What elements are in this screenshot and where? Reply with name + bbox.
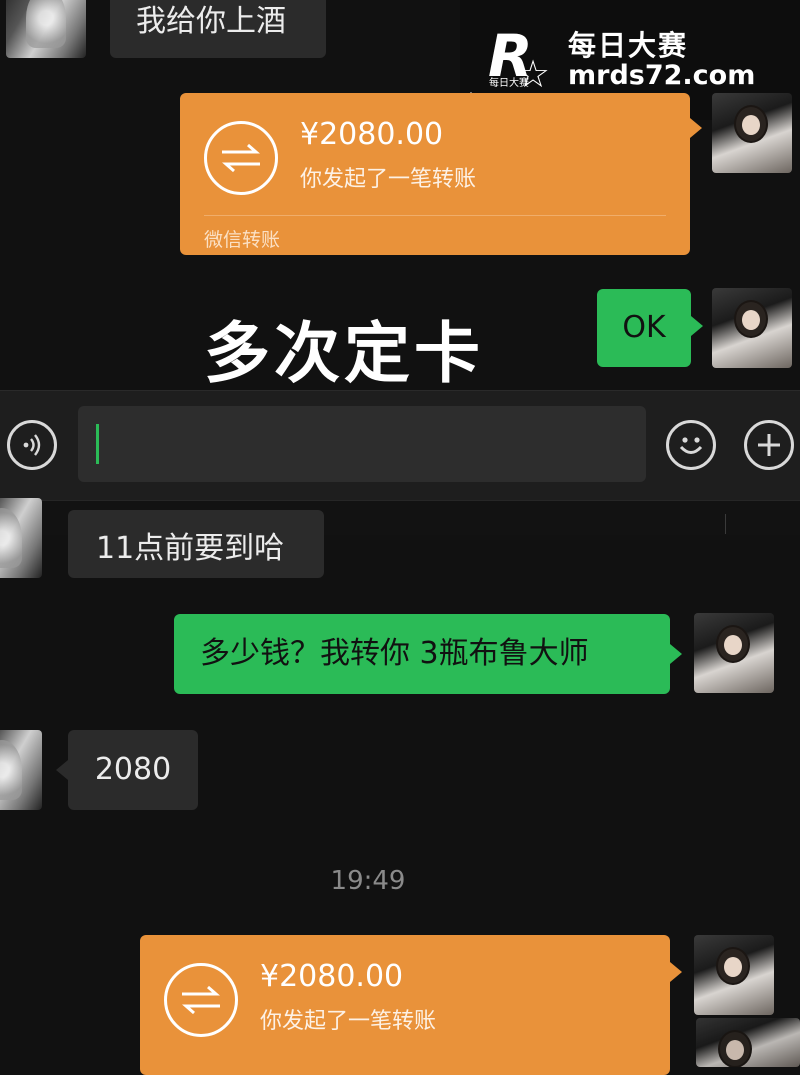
transfer-card[interactable]: ¥2080.00 你发起了一笔转账 微信转账: [180, 93, 690, 255]
watermark-url: mrds72.com: [568, 60, 756, 91]
overlay-caption: 多次定卡: [204, 315, 484, 392]
star-icon: ☆: [516, 52, 551, 96]
my-avatar[interactable]: [712, 288, 792, 368]
contact-avatar[interactable]: [0, 730, 42, 810]
message-text: OK: [622, 310, 666, 345]
voice-icon[interactable]: [7, 420, 57, 470]
message-bubble-outgoing[interactable]: OK: [597, 289, 691, 367]
bubble-tail: [670, 962, 682, 982]
transfer-icon: [164, 963, 238, 1037]
transfer-card[interactable]: ¥2080.00 你发起了一笔转账: [140, 935, 670, 1075]
text-cursor: [96, 424, 99, 464]
message-text: 我给你上酒: [136, 4, 286, 39]
my-avatar[interactable]: [712, 93, 792, 173]
plus-icon[interactable]: [744, 420, 794, 470]
message-bubble-outgoing[interactable]: 多少钱？我转你 3瓶布鲁大师: [174, 614, 670, 694]
bubble-tail: [56, 760, 68, 780]
message-text: 11点前要到哈: [96, 531, 285, 566]
message-text: 2080: [94, 752, 172, 787]
bubble-tail: [670, 644, 682, 664]
my-avatar[interactable]: [696, 1018, 800, 1067]
message-bubble-incoming[interactable]: 11点前要到哈: [68, 510, 324, 578]
timestamp: 19:49: [330, 866, 406, 896]
transfer-amount: ¥2080.00: [260, 959, 404, 994]
transfer-desc: 你发起了一笔转账: [260, 1009, 437, 1034]
divider: [204, 215, 666, 216]
transfer-brand: 微信转账: [204, 229, 281, 251]
transfer-desc: 你发起了一笔转账: [300, 167, 477, 192]
divider: [725, 514, 726, 534]
message-input[interactable]: [78, 406, 646, 482]
message-bubble-incoming[interactable]: 我给你上酒: [110, 0, 326, 58]
emoji-icon[interactable]: [666, 420, 716, 470]
contact-avatar[interactable]: [6, 0, 86, 58]
message-text: 多少钱？我转你 3瓶布鲁大师: [200, 636, 589, 671]
my-avatar[interactable]: [694, 935, 774, 1015]
message-bubble-incoming[interactable]: 2080: [68, 730, 198, 810]
bubble-tail: [691, 316, 703, 336]
transfer-icon: [204, 121, 278, 195]
my-avatar[interactable]: [694, 613, 774, 693]
transfer-amount: ¥2080.00: [300, 117, 444, 152]
bubble-tail: [690, 118, 702, 138]
contact-avatar[interactable]: [0, 498, 42, 578]
watermark-title: 每日大赛: [568, 29, 689, 62]
